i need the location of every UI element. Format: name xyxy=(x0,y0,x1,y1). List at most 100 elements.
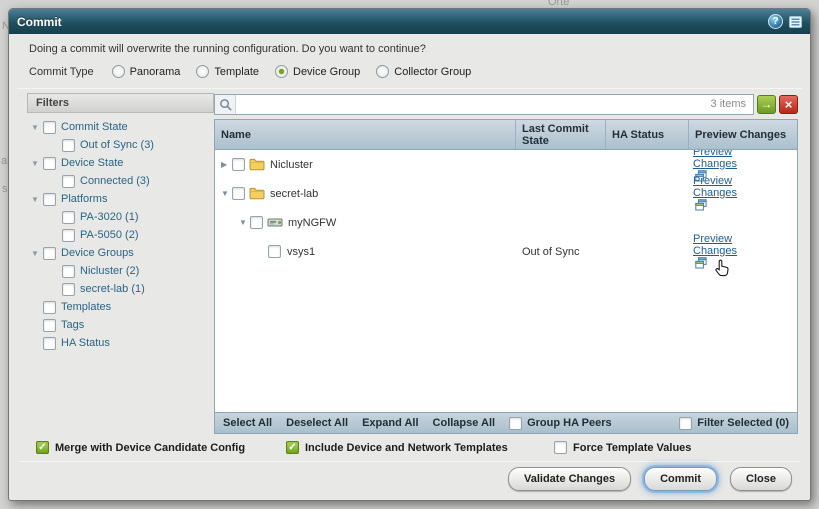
expander-expanded-icon[interactable]: ▼ xyxy=(31,249,43,258)
group-ha-peers-checkbox[interactable]: Group HA Peers xyxy=(509,417,612,430)
filter-label[interactable]: Templates xyxy=(61,301,111,313)
filter-item-pa-3020[interactable]: PA-3020 (1) xyxy=(27,208,214,226)
checkbox[interactable] xyxy=(62,265,75,278)
checkbox-checked[interactable]: ✓ xyxy=(286,441,299,454)
collapse-all-button[interactable]: Collapse All xyxy=(433,417,496,429)
expander-expanded-icon[interactable]: ▼ xyxy=(31,123,43,132)
radio-template[interactable]: Template xyxy=(196,65,259,78)
checkbox[interactable] xyxy=(43,337,56,350)
table-row-vsys1[interactable]: vsys1 Out of Sync Preview Changes xyxy=(215,237,797,266)
filter-item-secret-lab[interactable]: secret-lab (1) xyxy=(27,280,214,298)
search-field[interactable]: 3 items xyxy=(214,94,754,115)
checkbox[interactable] xyxy=(62,229,75,242)
deselect-all-button[interactable]: Deselect All xyxy=(286,417,348,429)
radio-selected-icon[interactable] xyxy=(275,65,288,78)
radio-icon[interactable] xyxy=(376,65,389,78)
radio-icon[interactable] xyxy=(196,65,209,78)
close-button[interactable]: Close xyxy=(730,467,792,491)
filter-label[interactable]: Platforms xyxy=(61,193,107,205)
checkbox[interactable] xyxy=(268,245,281,258)
checkbox[interactable] xyxy=(43,193,56,206)
help-icon[interactable]: ? xyxy=(768,14,783,29)
expander-collapsed-icon[interactable]: ▶ xyxy=(221,160,232,169)
search-apply-button[interactable]: → xyxy=(757,95,776,114)
checkbox[interactable] xyxy=(232,158,245,171)
filter-group-templates[interactable]: Templates xyxy=(27,298,214,316)
preview-changes-link[interactable]: Preview Changes xyxy=(693,233,751,270)
checkbox-checked[interactable]: ✓ xyxy=(36,441,49,454)
filter-label[interactable]: secret-lab (1) xyxy=(80,283,145,295)
filter-group-commit-state[interactable]: ▼ Commit State xyxy=(27,118,214,136)
preview-changes-link[interactable]: Preview Changes xyxy=(693,175,751,212)
checkbox[interactable] xyxy=(554,441,567,454)
column-header-name[interactable]: Name xyxy=(215,120,516,149)
last-commit-state-cell: Out of Sync xyxy=(516,246,606,258)
filter-group-ha-status[interactable]: HA Status xyxy=(27,334,214,352)
footer-divider xyxy=(19,461,800,462)
checkbox[interactable] xyxy=(43,121,56,134)
filter-label[interactable]: Out of Sync (3) xyxy=(80,139,154,151)
column-header-ha-status[interactable]: HA Status xyxy=(606,120,689,149)
filter-selected-checkbox[interactable]: Filter Selected (0) xyxy=(679,417,789,430)
filter-label[interactable]: Commit State xyxy=(61,121,128,133)
checkbox[interactable] xyxy=(62,211,75,224)
folder-icon xyxy=(249,158,265,171)
checkbox[interactable] xyxy=(43,157,56,170)
commit-button[interactable]: Commit xyxy=(644,467,717,491)
search-input[interactable] xyxy=(236,95,711,114)
expand-all-button[interactable]: Expand All xyxy=(362,417,418,429)
search-icon xyxy=(215,95,236,114)
validate-changes-button[interactable]: Validate Changes xyxy=(508,467,631,491)
checkbox[interactable] xyxy=(250,216,263,229)
filter-label[interactable]: Nicluster (2) xyxy=(80,265,139,277)
radio-icon[interactable] xyxy=(112,65,125,78)
table-header: Name Last Commit State HA Status Preview… xyxy=(215,120,797,150)
filter-group-device-state[interactable]: ▼ Device State xyxy=(27,154,214,172)
filter-label[interactable]: PA-3020 (1) xyxy=(80,211,139,223)
select-all-button[interactable]: Select All xyxy=(223,417,272,429)
filter-label[interactable]: Tags xyxy=(61,319,84,331)
checkbox[interactable] xyxy=(43,319,56,332)
checkbox[interactable] xyxy=(509,417,522,430)
filter-label[interactable]: Device Groups xyxy=(61,247,134,259)
filter-label[interactable]: HA Status xyxy=(61,337,110,349)
dialog-title: Commit xyxy=(17,15,762,29)
column-header-preview-changes[interactable]: Preview Changes xyxy=(689,120,797,149)
checkbox[interactable] xyxy=(679,417,692,430)
radio-label: Panorama xyxy=(130,66,181,78)
force-template-values-checkbox[interactable]: Force Template Values xyxy=(554,441,691,454)
checkbox[interactable] xyxy=(43,247,56,260)
table-row-secret-lab[interactable]: ▼ secret-lab Preview Changes xyxy=(215,179,797,208)
items-count: 3 items xyxy=(711,98,753,110)
checkbox[interactable] xyxy=(62,175,75,188)
filter-group-tags[interactable]: Tags xyxy=(27,316,214,334)
panel-toggle-icon[interactable] xyxy=(789,16,802,28)
filter-item-out-of-sync[interactable]: Out of Sync (3) xyxy=(27,136,214,154)
checkbox[interactable] xyxy=(43,301,56,314)
radio-label: Collector Group xyxy=(394,66,471,78)
checkbox[interactable] xyxy=(62,139,75,152)
filter-label[interactable]: Connected (3) xyxy=(80,175,150,187)
filter-group-platforms[interactable]: ▼ Platforms xyxy=(27,190,214,208)
checkbox[interactable] xyxy=(62,283,75,296)
filters-tree: ▼ Commit State Out of Sync (3) ▼ Device … xyxy=(27,113,214,352)
filter-group-device-groups[interactable]: ▼ Device Groups xyxy=(27,244,214,262)
checkbox[interactable] xyxy=(232,187,245,200)
filter-label[interactable]: PA-5050 (2) xyxy=(80,229,139,241)
radio-device-group[interactable]: Device Group xyxy=(275,65,360,78)
search-bar: 3 items → × xyxy=(214,93,798,115)
radio-collector-group[interactable]: Collector Group xyxy=(376,65,471,78)
filter-item-nicluster[interactable]: Nicluster (2) xyxy=(27,262,214,280)
include-templates-checkbox[interactable]: ✓ Include Device and Network Templates xyxy=(286,441,508,454)
expander-expanded-icon[interactable]: ▼ xyxy=(239,218,250,227)
filter-item-connected[interactable]: Connected (3) xyxy=(27,172,214,190)
radio-panorama[interactable]: Panorama xyxy=(112,65,181,78)
search-clear-button[interactable]: × xyxy=(779,95,798,114)
filter-item-pa-5050[interactable]: PA-5050 (2) xyxy=(27,226,214,244)
column-header-last-commit-state[interactable]: Last Commit State xyxy=(516,120,606,149)
expander-expanded-icon[interactable]: ▼ xyxy=(31,159,43,168)
expander-expanded-icon[interactable]: ▼ xyxy=(221,189,232,198)
expander-expanded-icon[interactable]: ▼ xyxy=(31,195,43,204)
merge-candidate-config-checkbox[interactable]: ✓ Merge with Device Candidate Config xyxy=(36,441,245,454)
filter-label[interactable]: Device State xyxy=(61,157,123,169)
